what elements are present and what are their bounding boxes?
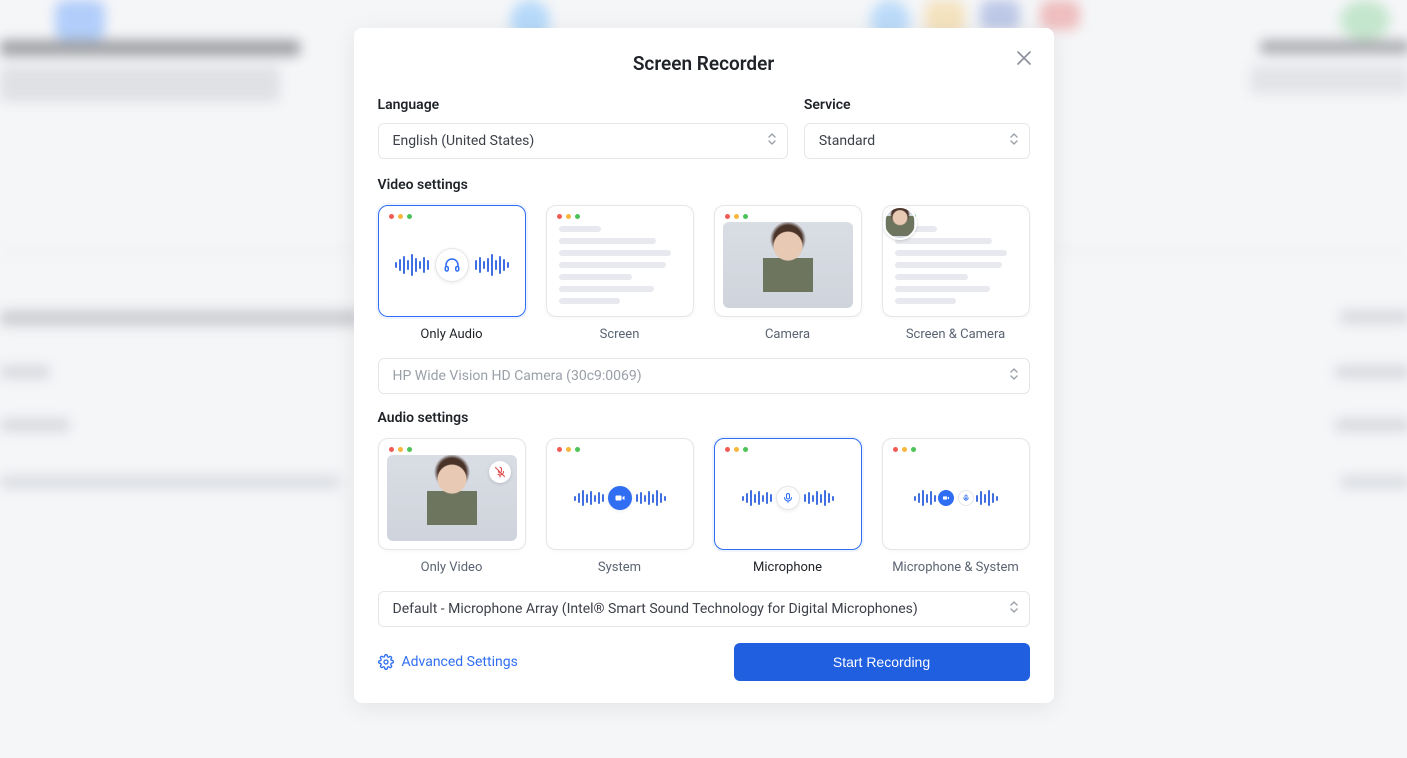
camera-device-value: HP Wide Vision HD Camera (30c9:0069) [393, 368, 642, 384]
video-option-only-audio[interactable]: Only Audio [378, 205, 526, 342]
waveform-icon [976, 490, 998, 506]
gear-icon [378, 654, 394, 670]
option-label: Screen [600, 327, 640, 342]
start-recording-label: Start Recording [833, 654, 930, 670]
advanced-settings-link[interactable]: Advanced Settings [378, 654, 518, 670]
window-dots-icon [389, 447, 412, 452]
option-label: Camera [765, 327, 810, 342]
video-icon [608, 486, 632, 510]
close-icon [1017, 51, 1031, 65]
close-button[interactable] [1010, 44, 1038, 72]
service-value: Standard [819, 133, 875, 149]
service-select[interactable]: Standard [804, 123, 1030, 159]
camera-preview-image [387, 455, 517, 541]
window-dots-icon [389, 214, 412, 219]
waveform-icon [636, 490, 666, 506]
video-icon [938, 490, 954, 506]
window-dots-icon [557, 214, 580, 219]
waveform-icon [804, 490, 834, 506]
video-option-screen[interactable]: Screen [546, 205, 694, 342]
language-select[interactable]: English (United States) [378, 123, 788, 159]
waveform-icon [475, 254, 509, 276]
microphone-device-value: Default - Microphone Array (Intel® Smart… [393, 601, 918, 617]
service-label: Service [804, 97, 1030, 113]
video-settings-label: Video settings [378, 177, 1030, 193]
waveform-icon [742, 490, 772, 506]
audio-option-microphone[interactable]: Microphone [714, 438, 862, 575]
option-label: Microphone & System [892, 560, 1019, 575]
chevron-updown-icon [767, 132, 777, 150]
modal-title: Screen Recorder [378, 52, 1030, 75]
screen-recorder-modal: Screen Recorder Language English (United… [354, 28, 1054, 703]
screen-skeleton-icon [559, 226, 681, 304]
option-label: Screen & Camera [906, 327, 1005, 342]
chevron-updown-icon [1009, 600, 1019, 618]
waveform-icon [914, 490, 936, 506]
waveform-icon [395, 254, 429, 276]
chevron-updown-icon [1009, 132, 1019, 150]
option-label: Only Audio [420, 327, 482, 342]
option-label: System [598, 560, 641, 575]
video-option-screen-camera[interactable]: Screen & Camera [882, 205, 1030, 342]
microphone-icon [958, 490, 974, 506]
screen-skeleton-icon [895, 226, 1017, 304]
window-dots-icon [557, 447, 580, 452]
camera-device-select[interactable]: HP Wide Vision HD Camera (30c9:0069) [378, 358, 1030, 394]
option-label: Microphone [753, 560, 822, 575]
video-option-camera[interactable]: Camera [714, 205, 862, 342]
headphones-icon [435, 248, 469, 282]
window-dots-icon [725, 447, 748, 452]
start-recording-button[interactable]: Start Recording [734, 643, 1030, 681]
language-label: Language [378, 97, 788, 113]
audio-settings-label: Audio settings [378, 410, 1030, 426]
chevron-updown-icon [1009, 367, 1019, 385]
mic-off-icon [489, 461, 511, 483]
window-dots-icon [725, 214, 748, 219]
microphone-icon [776, 486, 800, 510]
option-label: Only Video [421, 560, 483, 575]
audio-option-only-video[interactable]: Only Video [378, 438, 526, 575]
window-dots-icon [893, 447, 916, 452]
advanced-settings-label: Advanced Settings [402, 654, 518, 670]
modal-overlay: Screen Recorder Language English (United… [0, 0, 1407, 758]
camera-pip-image [883, 206, 917, 240]
waveform-icon [574, 490, 604, 506]
audio-option-system[interactable]: System [546, 438, 694, 575]
camera-preview-image [723, 222, 853, 308]
language-value: English (United States) [393, 133, 535, 149]
audio-option-mic-system[interactable]: Microphone & System [882, 438, 1030, 575]
microphone-device-select[interactable]: Default - Microphone Array (Intel® Smart… [378, 591, 1030, 627]
